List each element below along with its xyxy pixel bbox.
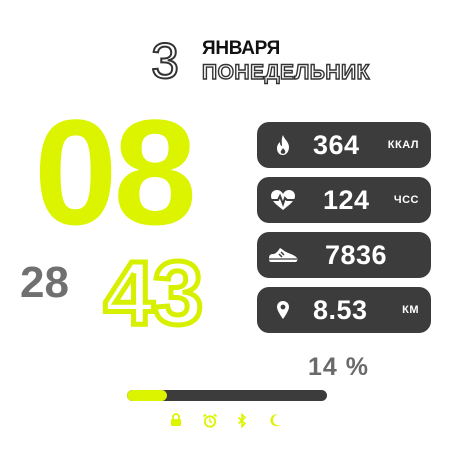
moon-icon xyxy=(268,412,284,428)
battery-percent: 14 % xyxy=(308,353,369,381)
battery-bar-fill xyxy=(127,390,167,401)
date-day: 3 xyxy=(150,33,180,89)
heart-rate-icon xyxy=(263,189,303,211)
steps-widget[interactable]: 7836 xyxy=(257,232,431,278)
bluetooth-icon xyxy=(234,412,250,428)
calories-widget[interactable]: 364 ККАЛ xyxy=(257,122,431,168)
heart-rate-value: 124 xyxy=(323,184,370,215)
battery-bar xyxy=(127,390,327,401)
distance-value: 8.53 xyxy=(313,294,368,325)
calories-unit: ККАЛ xyxy=(387,139,419,151)
heart-rate-unit: ЧСС xyxy=(393,194,419,206)
date-weekday: ПОНЕДЕЛЬНИК xyxy=(201,60,370,84)
distance-unit: КМ xyxy=(402,304,419,316)
steps-value: 7836 xyxy=(325,239,388,270)
time-seconds: 28 xyxy=(20,258,69,307)
time-minutes: 43 xyxy=(101,244,205,344)
alarm-icon xyxy=(202,412,218,428)
distance-widget[interactable]: 8.53 КМ xyxy=(257,287,431,333)
calories-value: 364 xyxy=(313,129,360,160)
flame-icon xyxy=(263,134,303,156)
heart-rate-widget[interactable]: 124 ЧСС xyxy=(257,177,431,223)
time-hours: 08 xyxy=(34,88,197,256)
lock-icon xyxy=(168,412,184,428)
location-pin-icon xyxy=(263,300,303,320)
shoe-icon xyxy=(263,246,303,264)
date-month: ЯНВАРЯ xyxy=(202,38,280,59)
